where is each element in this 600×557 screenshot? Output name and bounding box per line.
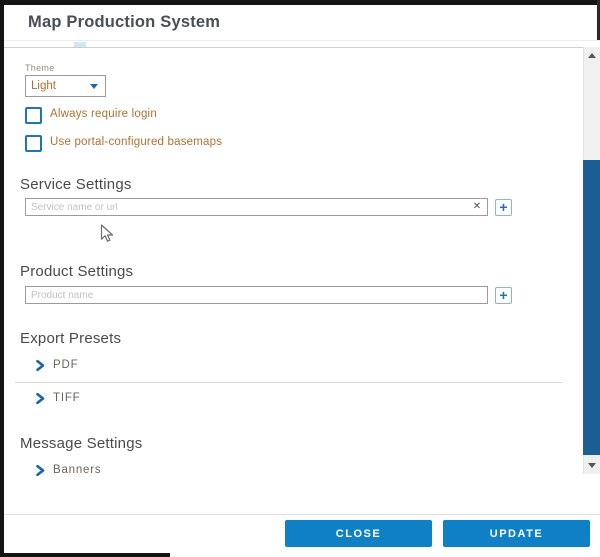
dialog-title: Map Production System (28, 13, 220, 32)
content-top-border (4, 47, 600, 48)
plus-icon: + (499, 199, 507, 215)
theme-label: Theme (25, 63, 55, 73)
mouse-cursor-icon (100, 224, 114, 244)
scroll-up-icon[interactable] (588, 53, 596, 58)
theme-select[interactable]: Light (25, 75, 106, 97)
map-production-system-dialog: Map Production System Theme Light Always… (0, 0, 600, 557)
use-portal-basemaps-label: Use portal-configured basemaps (50, 136, 222, 148)
product-settings-heading: Product Settings (20, 263, 133, 280)
message-banners[interactable]: Banners (36, 463, 176, 479)
export-preset-tiff-label: TIFF (53, 392, 80, 404)
export-presets-heading: Export Presets (20, 330, 121, 347)
update-button[interactable]: UPDATE (443, 520, 590, 547)
export-preset-tiff[interactable]: TIFF (36, 391, 156, 407)
window-frame-bottom (0, 553, 170, 557)
always-require-login-checkbox[interactable] (25, 107, 42, 124)
service-settings-heading: Service Settings (20, 176, 132, 193)
chevron-down-icon (90, 84, 98, 89)
scroll-down-icon[interactable] (588, 463, 596, 468)
header-divider (4, 40, 600, 41)
chevron-right-icon (36, 393, 45, 404)
plus-icon: + (499, 287, 507, 303)
use-portal-basemaps-checkbox[interactable] (25, 135, 42, 152)
footer-divider (4, 514, 600, 515)
always-require-login-label: Always require login (50, 108, 157, 120)
chevron-right-icon (36, 465, 45, 476)
export-preset-pdf[interactable]: PDF (36, 358, 156, 374)
close-button[interactable]: CLOSE (285, 520, 432, 547)
window-frame-top (0, 0, 600, 5)
scrollbar-thumb[interactable] (583, 160, 600, 455)
window-frame-left (0, 0, 4, 557)
product-name-input[interactable] (25, 286, 488, 304)
divider (15, 382, 562, 383)
add-product-button[interactable]: + (495, 287, 512, 304)
add-service-button[interactable]: + (495, 199, 512, 216)
export-preset-pdf-label: PDF (53, 359, 78, 371)
theme-select-value: Light (31, 80, 56, 92)
message-banners-label: Banners (53, 464, 101, 476)
message-settings-heading: Message Settings (20, 435, 142, 452)
chevron-right-icon (36, 360, 45, 371)
service-name-input[interactable] (25, 198, 488, 216)
clear-icon[interactable]: ✕ (470, 200, 484, 214)
